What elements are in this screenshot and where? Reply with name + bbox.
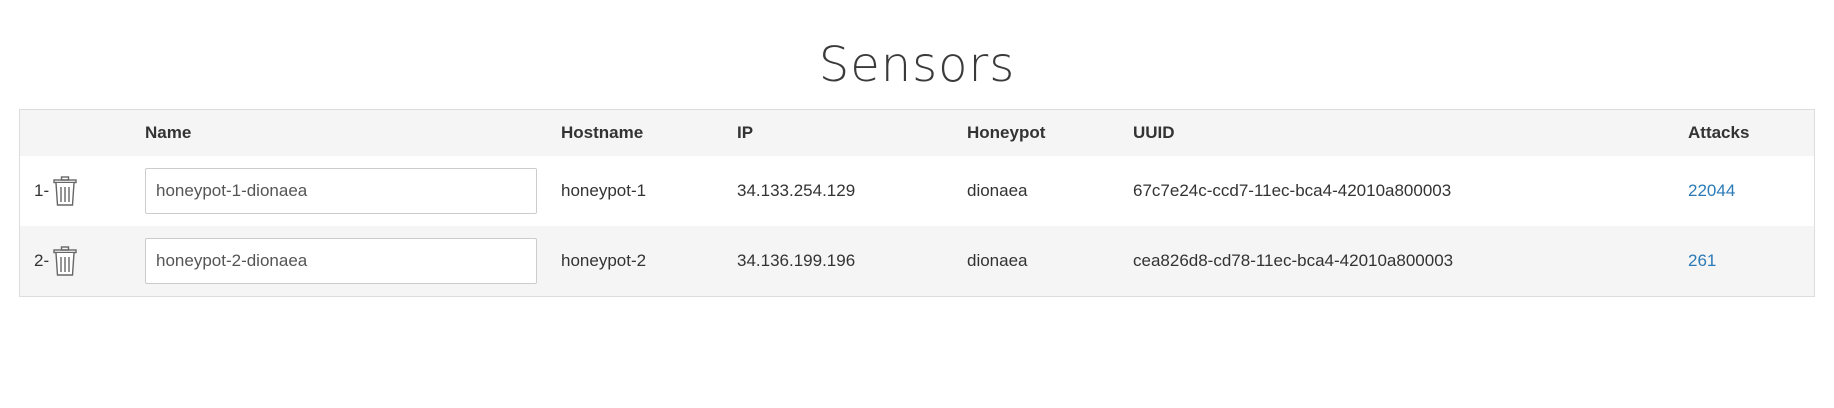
header-honeypot: Honeypot — [967, 123, 1046, 142]
table-body: 1- honeypot-1-dionaea honeypot-1 34.133.… — [20, 156, 1814, 296]
table-row: 1- honeypot-1-dionaea honeypot-1 34.133.… — [20, 156, 1814, 226]
row-index: 1- — [34, 181, 50, 200]
attacks-link[interactable]: 22044 — [1688, 181, 1735, 200]
ip-cell: 34.136.199.196 — [737, 251, 856, 270]
table-row: 2- honeypot-2-dionaea honeypot-2 34.136.… — [20, 226, 1814, 296]
name-cell — [145, 156, 561, 226]
attacks-cell: 261 — [1688, 226, 1814, 296]
attacks-link[interactable]: 261 — [1688, 251, 1716, 270]
row-index-cell: 1- — [20, 156, 145, 226]
sensors-table-grid: Name Hostname IP Honeypot UUID Attacks 1… — [20, 110, 1814, 296]
table-header: Name Hostname IP Honeypot UUID Attacks — [20, 110, 1814, 156]
header-index — [20, 110, 145, 156]
header-hostname: Hostname — [561, 123, 644, 142]
uuid-cell: 67c7e24c-ccd7-11ec-bca4-42010a800003 — [1133, 181, 1452, 200]
name-cell — [145, 226, 561, 296]
sensors-table: Name Hostname IP Honeypot UUID Attacks 1… — [19, 109, 1815, 297]
hostname-cell: honeypot-2 — [561, 251, 647, 270]
row-index: 2- — [34, 251, 50, 270]
header-row: Name Hostname IP Honeypot UUID Attacks — [20, 110, 1814, 156]
page-title: Sensors — [818, 37, 1016, 93]
header-uuid: UUID — [1133, 123, 1175, 142]
name-input[interactable] — [145, 238, 537, 284]
header-ip: IP — [737, 123, 754, 142]
honeypot-cell: dionaea — [967, 251, 1028, 270]
header-name: Name — [145, 123, 192, 142]
hostname-cell: honeypot-1 — [561, 181, 647, 200]
name-input[interactable] — [145, 168, 537, 214]
uuid-cell: cea826d8-cd78-11ec-bca4-42010a800003 — [1133, 251, 1454, 270]
row-index-cell: 2- — [20, 226, 145, 296]
header-attacks: Attacks — [1688, 123, 1750, 142]
trash-icon[interactable] — [51, 245, 79, 277]
trash-icon[interactable] — [51, 175, 79, 207]
ip-cell: 34.133.254.129 — [737, 181, 856, 200]
attacks-cell: 22044 — [1688, 156, 1814, 226]
honeypot-cell: dionaea — [967, 181, 1028, 200]
